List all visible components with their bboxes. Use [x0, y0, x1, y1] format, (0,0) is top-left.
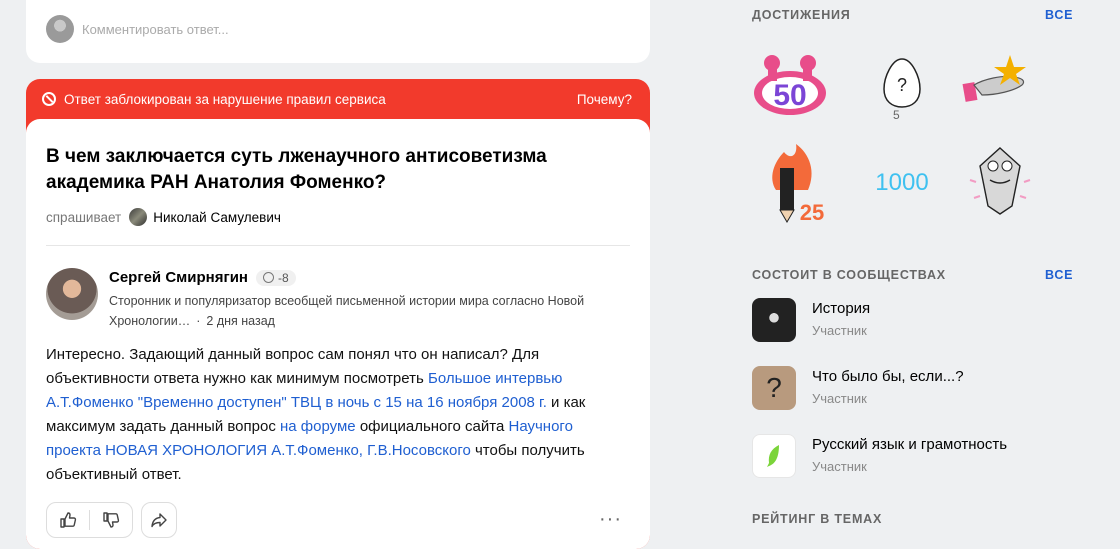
share-icon — [151, 513, 167, 528]
community-role: Участник — [812, 323, 867, 338]
badge-50-text: 50 — [773, 79, 806, 112]
badge-1000-icon: 1000 — [875, 169, 928, 196]
comment-placeholder[interactable]: Комментировать ответ... — [82, 22, 229, 37]
community-name[interactable]: История — [812, 300, 870, 317]
community-item-russian[interactable]: Русский язык и грамотность Участник — [752, 434, 1082, 480]
answer-text-part: официального сайта — [355, 418, 509, 435]
badge-1000[interactable]: 1000 — [862, 140, 942, 220]
pencil-fire-25-icon: 25 — [772, 144, 824, 225]
badge-question-count: 5 — [893, 108, 900, 122]
blocked-banner: Ответ заблокирован за нарушение правил с… — [26, 79, 650, 119]
comment-card: Комментировать ответ... — [26, 0, 650, 63]
blocked-answer-card: Ответ заблокирован за нарушение правил с… — [26, 79, 650, 549]
question-asker: спрашивает Николай Самулевич — [46, 208, 281, 226]
community-russian-avatar — [752, 434, 796, 478]
answer-text: Интересно. Задающий данный вопрос сам по… — [46, 343, 626, 487]
comment-input-row[interactable]: Комментировать ответ... — [46, 15, 229, 43]
badge-25[interactable]: 25 — [758, 140, 838, 225]
community-name[interactable]: Что было бы, если...? — [812, 368, 964, 385]
reputation-value: -8 — [277, 270, 289, 285]
answer-content: В чем заключается суть лженаучного антис… — [26, 119, 650, 549]
blocked-message: Ответ заблокирован за нарушение правил с… — [64, 91, 386, 107]
rating-title: РЕЙТИНГ В ТЕМАХ — [752, 512, 883, 526]
badge-question[interactable]: ? — [862, 45, 942, 125]
community-history-avatar — [752, 298, 796, 342]
asker-name[interactable]: Николай Самулевич — [153, 210, 281, 225]
question-mark-icon: ? — [766, 372, 782, 403]
thumbs-up-icon — [60, 512, 77, 528]
egg-question-icon: ? — [883, 58, 921, 108]
divider — [46, 245, 630, 246]
communities-title: СОСТОИТ В СООБЩЕСТВАХ — [752, 268, 946, 282]
badge-25-text: 25 — [800, 200, 824, 225]
reputation-badge: -8 — [255, 269, 296, 286]
community-role: Участник — [812, 391, 867, 406]
badge-question-text: ? — [897, 75, 907, 95]
community-role: Участник — [812, 459, 867, 474]
badge-hand-star[interactable] — [958, 45, 1038, 125]
author-name[interactable]: Сергей Смирнягин — [109, 269, 248, 286]
community-item-what-if[interactable]: ? Что было бы, если...? Участник — [752, 366, 1082, 412]
dislike-button[interactable] — [90, 503, 132, 537]
asks-label: спрашивает — [46, 209, 122, 225]
feather-icon — [767, 445, 779, 467]
community-name[interactable]: Русский язык и грамотность — [812, 436, 1007, 453]
thumbs-down-icon — [103, 512, 120, 528]
diamond-face-icon — [969, 147, 1031, 215]
author-bio-text: Сторонник и популяризатор всеобщей письм… — [109, 294, 585, 328]
like-button[interactable] — [47, 503, 89, 537]
hand-star-icon — [962, 55, 1026, 102]
blocked-icon — [42, 92, 56, 106]
forum-link[interactable]: на форуме — [280, 418, 356, 435]
author-name-row: Сергей Смирнягин -8 — [109, 269, 296, 286]
author-avatar[interactable] — [46, 268, 98, 320]
author-bio: Сторонник и популяризатор всеобщей письм… — [109, 294, 585, 328]
achievements-title: ДОСТИЖЕНИЯ — [752, 8, 851, 22]
asker-avatar[interactable] — [129, 208, 148, 226]
current-user-avatar — [46, 15, 74, 43]
badge-1000-text: 1000 — [875, 169, 928, 196]
more-options-button[interactable]: ··· — [599, 509, 622, 529]
hands-50-icon: 50 — [754, 55, 826, 115]
badge-diamond[interactable] — [960, 140, 1040, 220]
question-title[interactable]: В чем заключается суть лженаучного антис… — [46, 144, 606, 196]
answer-time: 2 дня назад — [206, 314, 275, 328]
reputation-icon — [262, 272, 274, 283]
communities-all-link[interactable]: ВСЕ — [1045, 268, 1073, 282]
badge-50[interactable]: 50 — [750, 45, 830, 125]
community-what-if-avatar: ? — [752, 366, 796, 410]
why-link[interactable]: Почему? — [577, 92, 632, 107]
achievements-all-link[interactable]: ВСЕ — [1045, 8, 1073, 22]
community-item-history[interactable]: История Участник — [752, 298, 1082, 344]
